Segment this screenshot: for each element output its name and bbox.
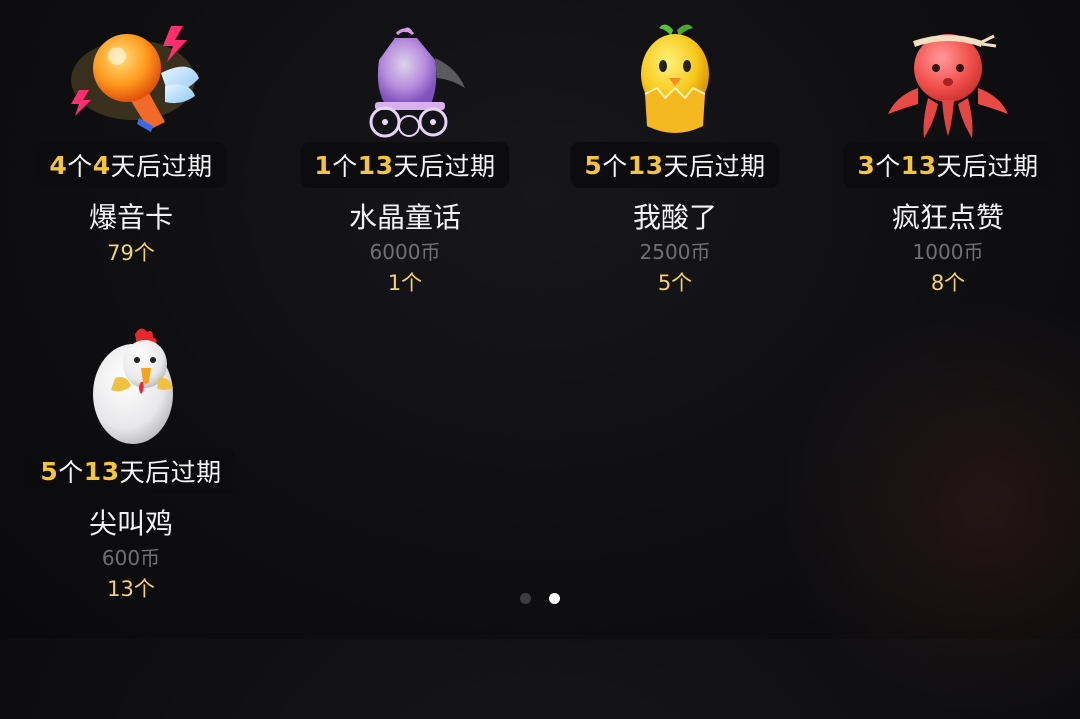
gift-price: 1000币	[912, 240, 984, 264]
carriage-icon	[335, 18, 475, 148]
page-dot-2-active[interactable]	[549, 593, 560, 604]
lemon-chick-icon	[605, 18, 745, 148]
gift-name: 疯狂点赞	[891, 201, 1004, 234]
gift-panel: 4 个 4 天后过期 爆音卡 79个 1 个 13 天后过期 水晶童话 6000…	[0, 0, 1080, 639]
gift-item-jianjiaoji[interactable]: 5 个 13 天后过期 尖叫鸡 600币 13个	[21, 324, 241, 604]
expiry-badge: 4 个 4 天后过期	[35, 142, 227, 188]
gift-count: 79个	[107, 241, 155, 265]
gift-item-wosuanle[interactable]: 5 个 13 天后过期 我酸了 2500币 5个	[565, 18, 785, 298]
gift-item-fengkuangdianzan[interactable]: 3 个 13 天后过期 疯狂点赞 1000币 8个	[838, 18, 1058, 298]
gift-count: 1个	[387, 271, 423, 295]
expiry-badge: 5 个 13 天后过期	[26, 448, 236, 494]
expiry-badge: 5 个 13 天后过期	[570, 142, 780, 188]
page-indicator	[0, 593, 1080, 604]
expiry-badge: 1 个 13 天后过期	[300, 142, 510, 188]
rooster-icon	[61, 324, 201, 454]
gift-price: 2500币	[639, 240, 711, 264]
gift-name: 水晶童话	[348, 201, 461, 234]
gift-name: 尖叫鸡	[88, 507, 173, 540]
gift-count: 8个	[930, 271, 966, 295]
gift-price: 600币	[101, 546, 161, 570]
expiry-badge: 3 个 13 天后过期	[843, 142, 1053, 188]
gift-count: 5个	[657, 271, 693, 295]
gift-item-baoyinka[interactable]: 4 个 4 天后过期 爆音卡 79个	[21, 18, 241, 298]
octopus-icon	[878, 18, 1018, 148]
gift-name: 我酸了	[632, 201, 717, 234]
page-dot-1[interactable]	[520, 593, 531, 604]
gift-name: 爆音卡	[88, 201, 173, 234]
gift-item-shuijingtonghua[interactable]: 1 个 13 天后过期 水晶童话 6000币 1个	[295, 18, 515, 298]
microphone-icon	[61, 18, 201, 148]
gift-price: 6000币	[369, 240, 441, 264]
